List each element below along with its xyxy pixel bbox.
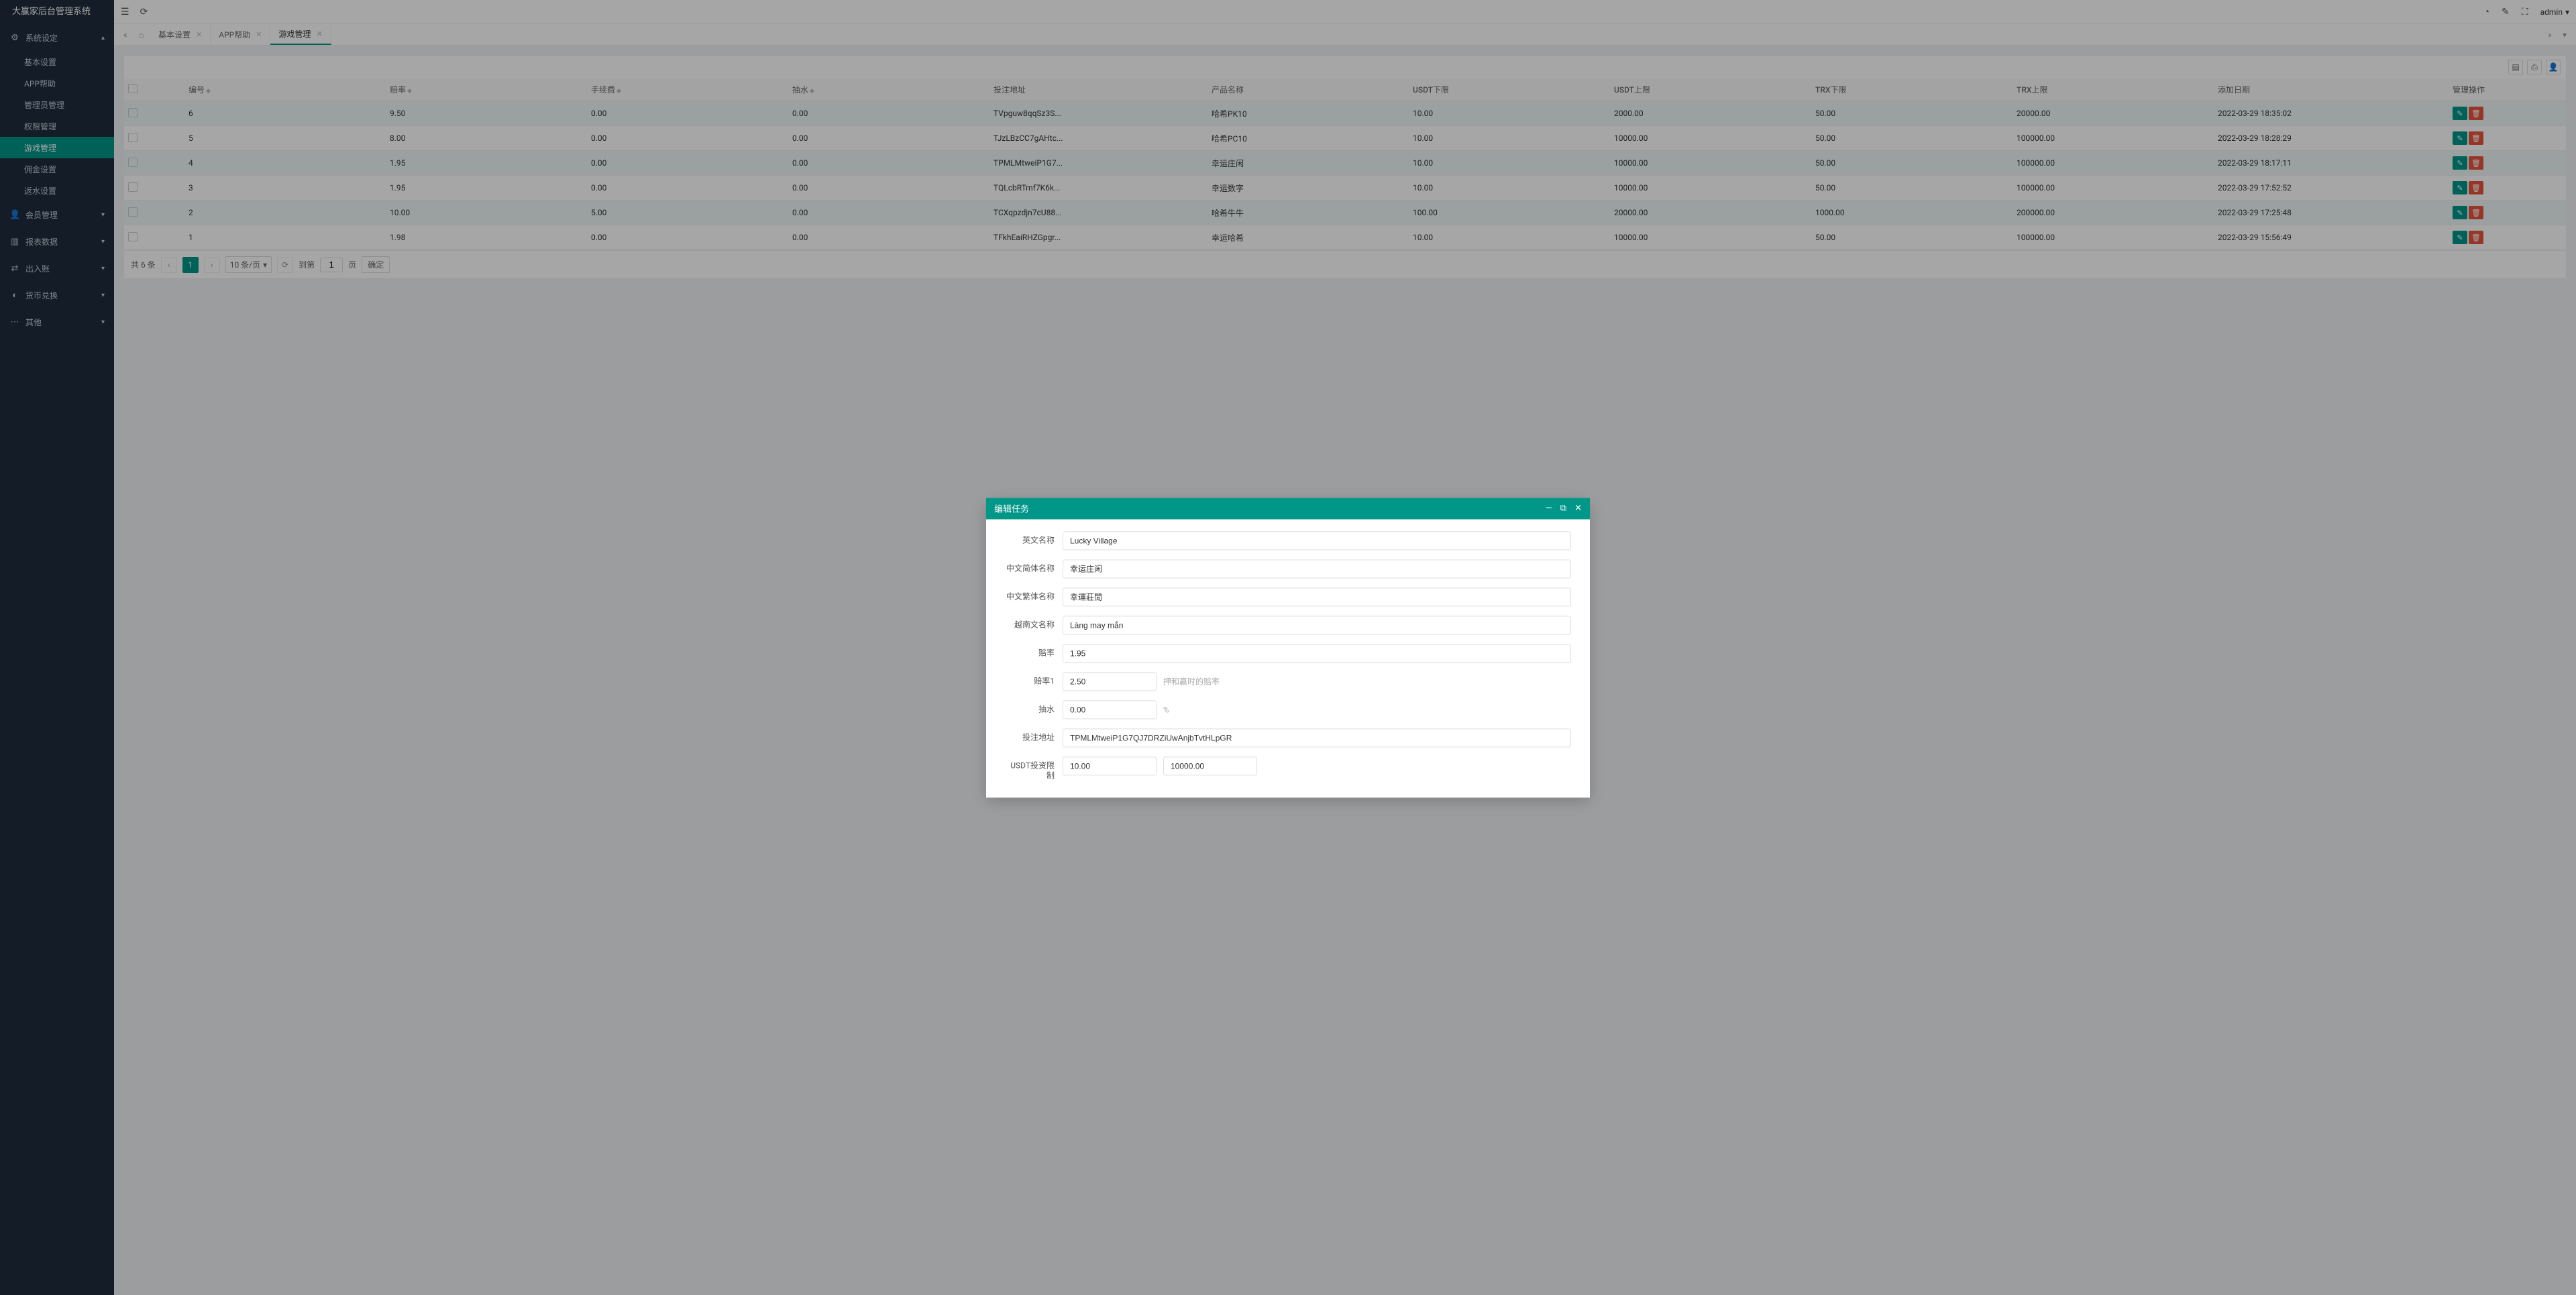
label-en-name: 英文名称 xyxy=(1005,531,1063,546)
modal-title: 编辑任务 xyxy=(994,502,1538,514)
modal-close-icon[interactable]: ✕ xyxy=(1574,503,1582,513)
input-usdt-min[interactable] xyxy=(1063,756,1157,775)
label-tw-name: 中文繁体名称 xyxy=(1005,587,1063,602)
unit-draw: % xyxy=(1163,705,1169,714)
label-draw: 抽水 xyxy=(1005,700,1063,715)
label-addr: 投注地址 xyxy=(1005,728,1063,743)
input-usdt-max[interactable] xyxy=(1163,756,1257,775)
label-usdt-limit: USDT投资限制 xyxy=(1005,756,1063,781)
input-cn-name[interactable] xyxy=(1063,559,1571,578)
modal-maximize-icon[interactable]: ⧉ xyxy=(1560,503,1566,513)
modal-body: 英文名称 中文简体名称 中文繁体名称 越南文名称 赔率 赔率1 押和赢时的赔率 xyxy=(986,519,1590,797)
input-addr[interactable] xyxy=(1063,728,1571,747)
label-cn-name: 中文简体名称 xyxy=(1005,559,1063,574)
modal-minimize-icon[interactable]: — xyxy=(1546,503,1552,513)
hint-rate1: 押和赢时的赔率 xyxy=(1163,675,1220,687)
label-rate: 赔率 xyxy=(1005,644,1063,659)
input-draw[interactable] xyxy=(1063,700,1157,719)
input-tw-name[interactable] xyxy=(1063,587,1571,606)
label-rate1: 赔率1 xyxy=(1005,672,1063,687)
input-rate1[interactable] xyxy=(1063,672,1157,691)
input-en-name[interactable] xyxy=(1063,531,1571,550)
input-vn-name[interactable] xyxy=(1063,616,1571,634)
edit-modal: 编辑任务 — ⧉ ✕ 英文名称 中文简体名称 中文繁体名称 越南文名称 赔率 赔… xyxy=(986,498,1590,797)
modal-header: 编辑任务 — ⧉ ✕ xyxy=(986,498,1590,519)
input-rate[interactable] xyxy=(1063,644,1571,663)
label-vn-name: 越南文名称 xyxy=(1005,616,1063,630)
